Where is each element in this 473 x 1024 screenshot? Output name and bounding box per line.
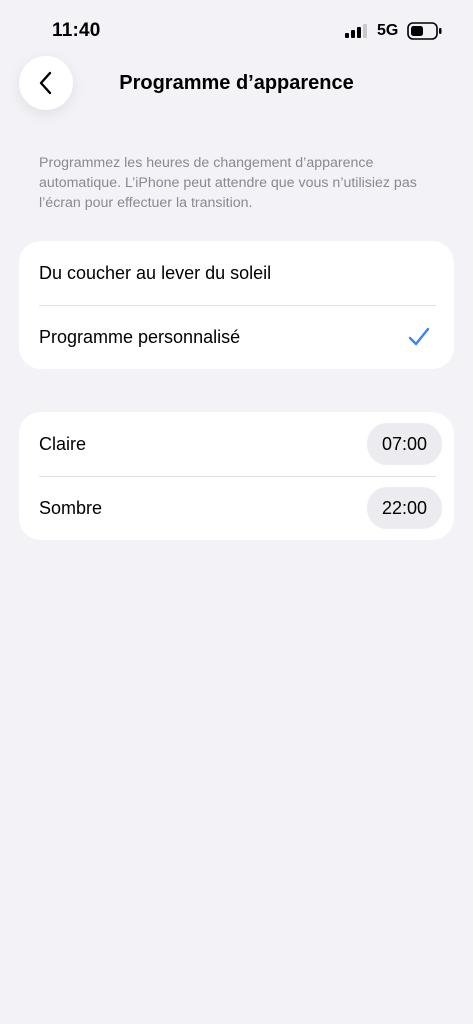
signal-bars-icon: [345, 24, 367, 38]
schedule-options-group: Du coucher au lever du soleil Programme …: [19, 241, 454, 369]
network-label: 5G: [377, 22, 399, 39]
dark-label: Sombre: [39, 497, 103, 518]
page-title: Programme d’apparence: [119, 72, 354, 94]
schedule-description: Programmez les heures de changement d’ap…: [39, 155, 417, 211]
light-time-row: Claire 07:00: [19, 412, 454, 476]
option-label: Programme personnalisé: [39, 326, 241, 347]
dark-time-row: Sombre 22:00: [19, 476, 454, 540]
appearance-schedule-screen: 11:40 5G Programme d’apparence Programme…: [0, 0, 473, 1024]
light-time-picker[interactable]: 07:00: [366, 423, 442, 465]
times-group: Claire 07:00 Sombre 22:00: [19, 412, 454, 540]
option-custom-schedule[interactable]: Programme personnalisé: [19, 305, 454, 369]
option-label: Du coucher au lever du soleil: [39, 262, 272, 283]
option-sunset-to-sunrise[interactable]: Du coucher au lever du soleil: [19, 241, 454, 305]
light-label: Claire: [39, 433, 87, 454]
dark-time-picker[interactable]: 22:00: [366, 487, 442, 529]
row-divider: [39, 305, 436, 306]
row-divider: [39, 476, 436, 477]
status-time: 11:40: [52, 20, 101, 41]
battery-icon: [407, 22, 442, 40]
status-bar: 11:40 5G: [0, 0, 473, 60]
checkmark-icon: [408, 327, 430, 346]
